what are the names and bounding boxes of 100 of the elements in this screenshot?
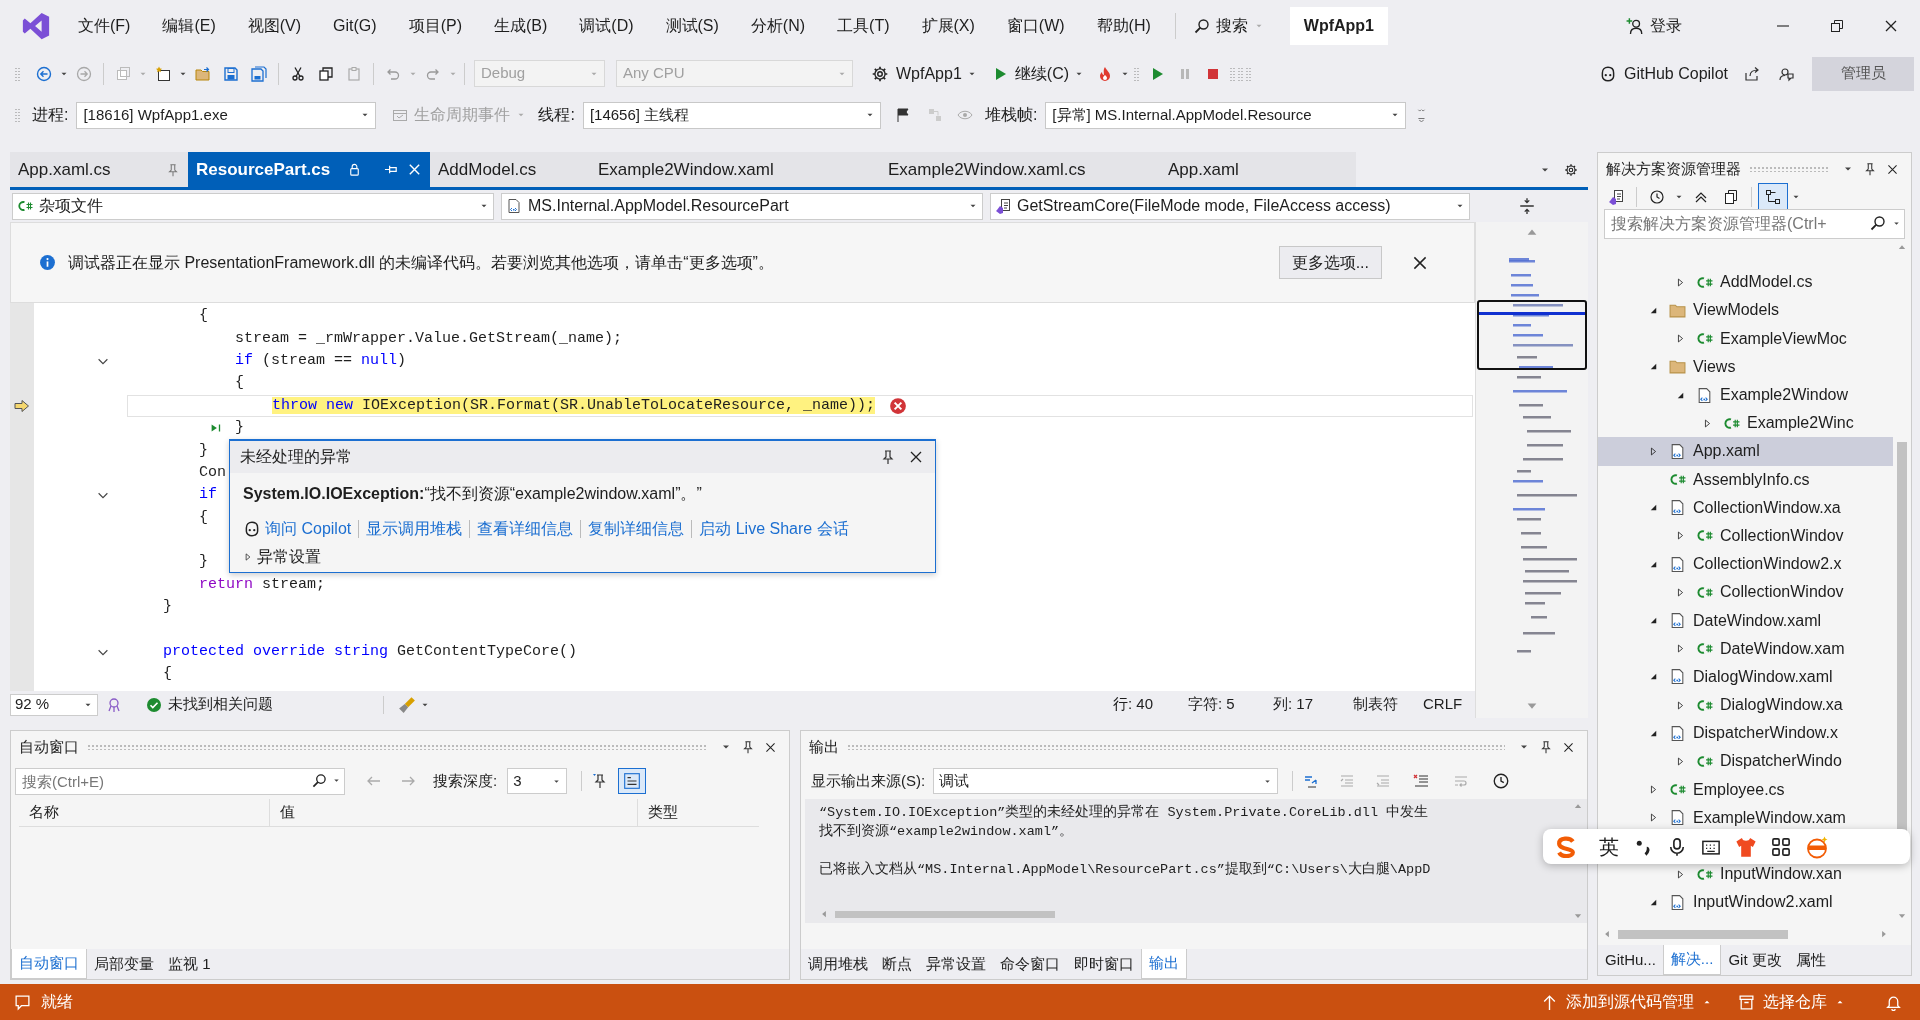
expander-icon[interactable] — [1675, 755, 1686, 767]
panel-tab[interactable]: GitHu... — [1598, 945, 1663, 975]
expander-icon[interactable] — [1648, 784, 1659, 796]
tree-item[interactable]: CollectionWindov — [1598, 521, 1893, 551]
source-control-button[interactable]: 添加到源代码管理 — [1541, 990, 1712, 1014]
shirt-icon[interactable] — [1735, 835, 1757, 858]
tree-item[interactable]: DialogWindow.xaml — [1598, 662, 1893, 691]
more-options-button[interactable]: 更多选项... — [1278, 246, 1382, 279]
menu-item[interactable]: 项目(P) — [392, 9, 478, 43]
expander-icon[interactable] — [1675, 530, 1686, 542]
exception-settings-toggle[interactable]: 异常设置 — [243, 545, 935, 569]
member-dropdown[interactable]: GetStreamCore(FileMode mode, FileAccess access) — [990, 192, 1470, 220]
menu-item[interactable]: 测试(S) — [649, 9, 735, 43]
document-tab[interactable]: Example2Window.xaml.cs — [880, 152, 1160, 187]
tree-item[interactable]: ExampleViewMoc — [1598, 324, 1893, 353]
panel-tab[interactable]: 即时窗口 — [1067, 949, 1141, 979]
type-dropdown[interactable]: MS.Internal.AppModel.ResourcePart — [501, 192, 983, 220]
tree-item[interactable]: CollectionWindow2.x — [1598, 550, 1893, 579]
tree-item[interactable]: DialogWindow.xa — [1598, 691, 1893, 720]
panel-tab[interactable]: 自动窗口 — [11, 949, 87, 979]
menu-item[interactable]: 扩展(X) — [905, 9, 991, 43]
zoom-dropdown[interactable]: 92 % — [10, 693, 98, 716]
mascot-icon[interactable] — [1805, 834, 1829, 859]
tree-item[interactable]: InputWindow.xan — [1598, 860, 1893, 889]
menu-item[interactable]: 生成(B) — [477, 9, 564, 43]
tree-item[interactable]: App.xaml — [1598, 437, 1893, 466]
tree-item[interactable]: Example2Winc — [1598, 409, 1893, 438]
expander-icon[interactable] — [1675, 868, 1686, 880]
admin-button[interactable]: 管理员 — [1812, 56, 1914, 91]
document-tab[interactable]: AddModel.cs — [430, 152, 590, 187]
tree-item[interactable]: AssemblyInfo.cs — [1598, 465, 1893, 494]
project-dropdown[interactable]: 杂项文件 — [12, 192, 494, 220]
panel-tab[interactable]: 监视 1 — [161, 949, 218, 979]
tree-item[interactable]: DateWindow.xam — [1598, 634, 1893, 663]
expander-icon[interactable] — [1675, 276, 1686, 288]
startup-project-button[interactable]: WpfApp1 — [867, 59, 966, 88]
tree-item[interactable]: ExampleWindow.xam — [1598, 803, 1893, 832]
menu-item[interactable]: 编辑(E) — [146, 9, 232, 43]
copilot-button[interactable]: GitHub Copilot — [1594, 59, 1732, 88]
search-button[interactable]: 搜索 — [1183, 9, 1274, 43]
tree-item[interactable]: ViewModels — [1598, 296, 1893, 325]
panel-tab[interactable]: 输出 — [1141, 949, 1187, 979]
expander-icon[interactable] — [1675, 643, 1686, 655]
tree-item[interactable]: AddModel.cs — [1598, 268, 1893, 297]
menu-item[interactable]: 帮助(H) — [1080, 9, 1167, 43]
expander-icon[interactable] — [1702, 417, 1713, 429]
panel-tab[interactable]: 调用堆栈 — [801, 949, 875, 979]
menu-item[interactable]: 工具(T) — [821, 9, 906, 43]
menu-item[interactable]: 分析(N) — [734, 9, 822, 43]
input-mode[interactable]: 英 — [1599, 831, 1619, 862]
brush-icon[interactable] — [398, 695, 416, 714]
search-field[interactable]: 搜索解决方案资源管理器(Ctrl+ — [1604, 209, 1905, 239]
panel-tab[interactable]: 命令窗口 — [993, 949, 1067, 979]
expander-icon[interactable] — [1675, 333, 1686, 345]
microphone-icon[interactable] — [1667, 836, 1687, 857]
process-dropdown[interactable]: [18616] WpfApp1.exe — [76, 101, 377, 129]
tree-item[interactable]: DateWindow.xaml — [1598, 606, 1893, 635]
document-tab[interactable]: App.xaml — [1160, 152, 1356, 187]
panel-tab[interactable]: 属性 — [1788, 945, 1833, 975]
popup-link[interactable]: 查看详细信息 — [477, 517, 574, 541]
tree-item[interactable]: Views — [1598, 352, 1893, 381]
output-source-dropdown[interactable]: 调试 — [933, 768, 1279, 794]
panel-tab[interactable]: 解决... — [1662, 945, 1722, 975]
column-header[interactable]: 类型 — [637, 799, 759, 826]
stack-frame-dropdown[interactable]: [异常] MS.Internal.AppModel.Resource — [1045, 101, 1407, 129]
column-header[interactable]: 名称 — [19, 799, 269, 826]
notification-icon[interactable] — [14, 993, 31, 1011]
tree-item[interactable]: DispatcherWindow.x — [1598, 719, 1893, 748]
repository-button[interactable]: 选择仓库 — [1738, 990, 1845, 1014]
panel-tab[interactable]: Git 更改 — [1721, 945, 1789, 975]
menu-item[interactable]: 视图(V) — [231, 9, 318, 43]
document-tab[interactable]: ResourcePart.cs — [188, 152, 430, 187]
expander-icon[interactable] — [1675, 586, 1686, 598]
panel-tab[interactable]: 异常设置 — [919, 949, 993, 979]
sign-in-button[interactable]: 登录 — [1626, 9, 1682, 43]
tree-item[interactable]: Employee.cs — [1598, 775, 1893, 804]
expander-icon[interactable] — [1648, 812, 1659, 824]
search-field[interactable]: 搜索(Ctrl+E) — [15, 767, 345, 795]
tree-item[interactable]: DispatcherWindo — [1598, 747, 1893, 776]
menu-item[interactable]: 文件(F) — [62, 9, 147, 43]
expander-icon[interactable] — [1675, 699, 1686, 711]
depth-dropdown[interactable]: 3 — [507, 768, 568, 794]
minimap-viewport[interactable] — [1477, 300, 1587, 370]
text-view-icon[interactable] — [618, 768, 647, 794]
panel-tab[interactable]: 局部变量 — [87, 949, 161, 979]
tree-item[interactable]: Example2Window — [1598, 380, 1893, 410]
menu-item[interactable]: 调试(D) — [563, 9, 650, 43]
issues-status[interactable]: 未找到相关问题 — [146, 693, 273, 716]
thread-dropdown[interactable]: [14656] 主线程 — [582, 101, 881, 129]
continue-button[interactable]: 继续(C) — [987, 59, 1074, 88]
menu-item[interactable]: Git(G) — [317, 9, 393, 43]
panel-tab[interactable]: 断点 — [875, 949, 919, 979]
document-tab[interactable]: App.xaml.cs — [10, 152, 188, 187]
popup-link[interactable]: 启动 Live Share 会话 — [699, 517, 849, 541]
tree-item[interactable]: InputWindow2.xaml — [1598, 888, 1893, 917]
close-icon[interactable] — [407, 162, 422, 177]
popup-link[interactable]: 复制详细信息 — [588, 517, 685, 541]
menu-item[interactable]: 窗口(W) — [990, 9, 1081, 43]
popup-link[interactable]: 显示调用堆栈 — [366, 517, 463, 541]
grid-icon[interactable] — [1771, 836, 1791, 857]
